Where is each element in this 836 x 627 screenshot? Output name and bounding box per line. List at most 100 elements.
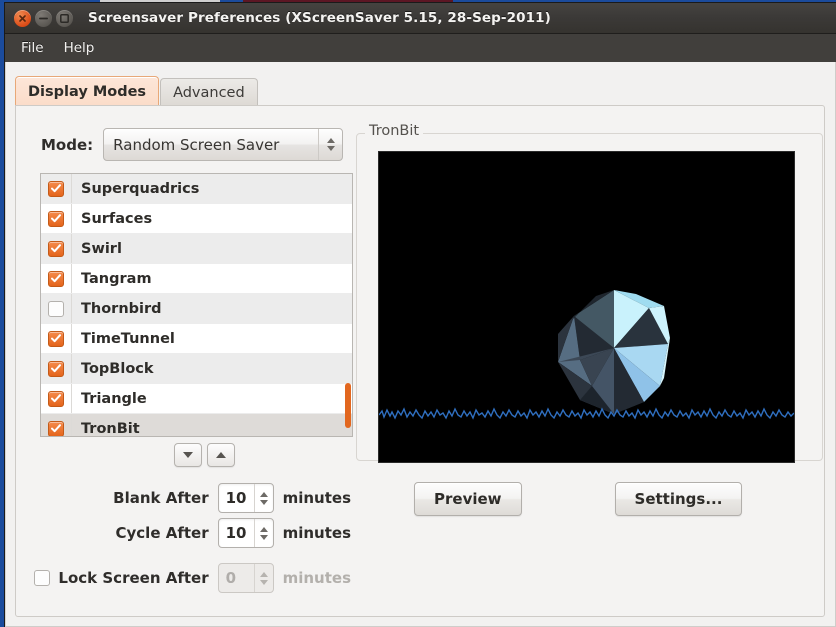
move-up-button[interactable]: [207, 443, 235, 467]
list-scrollbar[interactable]: [345, 175, 351, 435]
list-scrollbar-thumb[interactable]: [345, 383, 351, 428]
list-item-label: Tangram: [72, 271, 152, 287]
list-item-checkbox-cell[interactable]: [41, 204, 72, 233]
close-icon[interactable]: [14, 10, 31, 27]
list-item[interactable]: TimeTunnel: [41, 324, 352, 354]
tab-page-display-modes: Mode: Random Screen Saver SuperquadricsS…: [15, 105, 825, 617]
list-item[interactable]: TronBit: [41, 414, 352, 437]
checkbox-checked-icon[interactable]: [48, 421, 64, 437]
list-item-label: TopBlock: [72, 361, 154, 377]
checkbox-checked-icon[interactable]: [48, 241, 64, 257]
chevron-up-icon: [327, 138, 335, 143]
list-item[interactable]: Swirl: [41, 234, 352, 264]
blank-after-row: Blank After 10 minutes: [16, 483, 351, 513]
mode-dropdown[interactable]: Random Screen Saver: [103, 128, 343, 161]
checkbox-checked-icon[interactable]: [48, 331, 64, 347]
blank-after-stepper[interactable]: 10: [218, 483, 274, 513]
settings-button[interactable]: Settings...: [615, 482, 743, 516]
list-item-label: TimeTunnel: [72, 331, 175, 347]
waveform-graphic: [379, 402, 794, 424]
mode-row: Mode: Random Screen Saver: [41, 128, 343, 161]
title-bar: Screensaver Preferences (XScreenSaver 5.…: [5, 3, 836, 34]
blank-after-unit: minutes: [283, 489, 351, 507]
list-item-label: Surfaces: [72, 211, 152, 227]
move-down-button[interactable]: [174, 443, 202, 467]
checkbox-checked-icon[interactable]: [48, 271, 64, 287]
list-item-checkbox-cell[interactable]: [41, 264, 72, 293]
stepper-down-icon: [260, 580, 268, 585]
chevron-down-icon: [327, 146, 335, 151]
stepper-down-icon[interactable]: [260, 535, 268, 540]
stepper-up-icon[interactable]: [260, 492, 268, 497]
desktop-left-edge: [0, 0, 4, 627]
tab-advanced[interactable]: Advanced: [160, 78, 258, 106]
list-item-label: Swirl: [72, 241, 122, 257]
blank-after-value[interactable]: 10: [219, 489, 254, 507]
lock-screen-row: Lock Screen After 0 minutes: [28, 563, 351, 593]
list-item-checkbox-cell[interactable]: [41, 324, 72, 353]
lock-screen-value: 0: [219, 569, 254, 587]
window-title: Screensaver Preferences (XScreenSaver 5.…: [88, 10, 551, 26]
arrow-up-icon: [216, 452, 226, 458]
list-item-checkbox-cell[interactable]: [41, 294, 72, 323]
list-item[interactable]: TopBlock: [41, 354, 352, 384]
preview-button[interactable]: Preview: [414, 482, 522, 516]
tab-display-modes[interactable]: Display Modes: [15, 76, 159, 106]
window-content: Display Modes Advanced Mode: Random Scre…: [5, 62, 836, 627]
screensaver-list[interactable]: Superquadrics Surfaces Swirl Tangram Thornbi…: [40, 173, 353, 437]
list-item-label: Superquadrics: [72, 181, 199, 197]
list-item[interactable]: Triangle: [41, 384, 352, 414]
lock-screen-stepper: 0: [218, 563, 274, 593]
list-item-label: Triangle: [72, 391, 147, 407]
lock-screen-arrows: [254, 564, 273, 592]
list-item-checkbox-cell[interactable]: [41, 174, 72, 203]
preview-action-buttons: Preview Settings...: [356, 482, 821, 516]
checkbox-checked-icon[interactable]: [48, 181, 64, 197]
lock-screen-label: Lock Screen After: [58, 569, 208, 587]
checkbox-checked-icon[interactable]: [48, 391, 64, 407]
stepper-up-icon[interactable]: [260, 527, 268, 532]
cycle-after-arrows[interactable]: [254, 519, 273, 547]
window-version-info: (XScreenSaver 5.15, 28-Sep-2011): [285, 10, 551, 26]
list-item-label: Thornbird: [72, 301, 162, 317]
mode-label: Mode:: [41, 136, 93, 154]
list-item[interactable]: Surfaces: [41, 204, 352, 234]
stepper-down-icon[interactable]: [260, 500, 268, 505]
list-item-checkbox-cell[interactable]: [41, 414, 72, 437]
polyhedron-graphic: [544, 282, 684, 422]
list-item-checkbox-cell[interactable]: [41, 234, 72, 263]
list-item[interactable]: Superquadrics: [41, 174, 352, 204]
window-controls: [14, 10, 73, 27]
cycle-after-stepper[interactable]: 10: [218, 518, 274, 548]
menu-bar: File Help: [5, 34, 836, 63]
blank-after-label: Blank After: [113, 489, 208, 507]
list-item[interactable]: Tangram: [41, 264, 352, 294]
list-item[interactable]: Thornbird: [41, 294, 352, 324]
list-item-label: TronBit: [72, 421, 140, 437]
screensaver-preferences-window: Screensaver Preferences (XScreenSaver 5.…: [5, 3, 836, 627]
cycle-after-unit: minutes: [283, 524, 351, 542]
mode-dropdown-value: Random Screen Saver: [104, 136, 318, 154]
arrow-down-icon: [183, 452, 193, 458]
screensaver-preview[interactable]: [378, 151, 795, 463]
cycle-after-value[interactable]: 10: [219, 524, 254, 542]
cycle-after-row: Cycle After 10 minutes: [16, 518, 351, 548]
checkbox-unchecked-icon[interactable]: [48, 301, 64, 317]
list-item-checkbox-cell[interactable]: [41, 384, 72, 413]
maximize-icon[interactable]: [56, 10, 73, 27]
cycle-after-label: Cycle After: [116, 524, 209, 542]
blank-after-arrows[interactable]: [254, 484, 273, 512]
preview-groupbox: TronBit: [356, 124, 821, 459]
checkbox-checked-icon[interactable]: [48, 361, 64, 377]
minimize-icon[interactable]: [35, 10, 52, 27]
mode-dropdown-arrows[interactable]: [318, 129, 342, 160]
window-title-text: Screensaver Preferences: [88, 10, 280, 26]
stepper-up-icon: [260, 572, 268, 577]
lock-screen-checkbox[interactable]: [34, 570, 50, 586]
reorder-buttons: [174, 443, 235, 467]
menu-item-help[interactable]: Help: [54, 37, 105, 59]
lock-screen-unit: minutes: [283, 569, 351, 587]
menu-item-file[interactable]: File: [11, 37, 54, 59]
list-item-checkbox-cell[interactable]: [41, 354, 72, 383]
checkbox-checked-icon[interactable]: [48, 211, 64, 227]
